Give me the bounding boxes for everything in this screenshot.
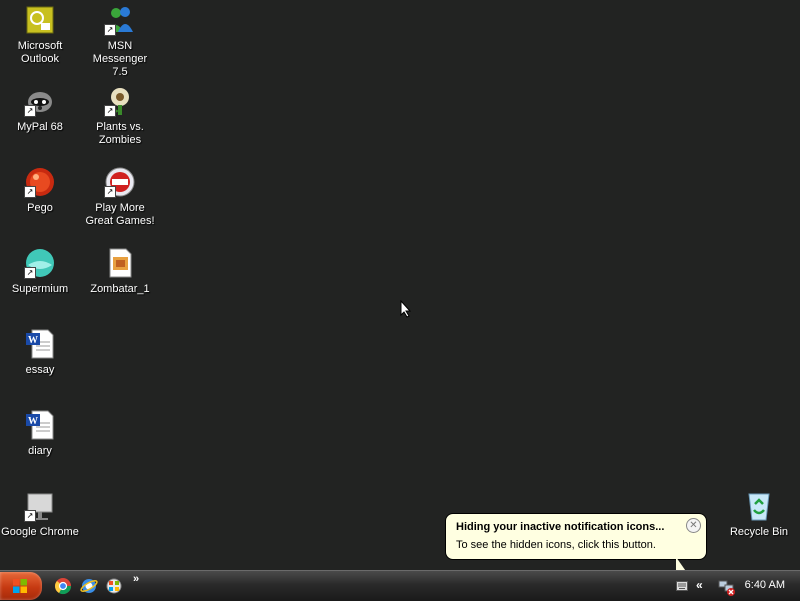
shortcut-arrow-icon: ↗: [24, 510, 36, 522]
icon-label: MyPal 68: [17, 121, 63, 133]
balloon-close-button[interactable]: ✕: [686, 518, 701, 533]
shortcut-arrow-icon: ↗: [24, 267, 36, 279]
icon-label: essay: [25, 364, 55, 376]
word-document-icon: W: [24, 328, 56, 360]
windows-media-player-icon[interactable]: [105, 577, 123, 595]
shortcut-arrow-icon: ↗: [104, 105, 116, 117]
internet-explorer-icon[interactable]: [80, 577, 98, 595]
desktop-icon-diary[interactable]: W diary: [0, 409, 80, 458]
plants-vs-zombies-icon: ↗: [104, 85, 136, 117]
shortcut-arrow-icon: ↗: [104, 186, 116, 198]
chrome-icon[interactable]: [54, 577, 72, 595]
desktop-icon-mypal[interactable]: ↗ MyPal 68: [0, 85, 80, 134]
desktop-icon-pego[interactable]: ↗ Pego: [0, 166, 80, 215]
desktop[interactable]: Microsoft Outlook ↗ MSN Messenger 7.5 ↗ …: [0, 0, 800, 570]
windows-logo-icon: [13, 579, 27, 593]
balloon-text: To see the hidden icons, click this butt…: [456, 539, 656, 551]
icon-label: Play More Great Games!: [85, 202, 155, 227]
mouse-cursor-icon: [400, 300, 412, 318]
outlook-icon: [24, 4, 56, 36]
desktop-icon-supermium[interactable]: ↗ Supermium: [0, 247, 80, 296]
taskbar: » « 6:40 AM: [0, 570, 800, 601]
tray-expand-button[interactable]: «: [696, 578, 703, 592]
icon-label: Google Chrome: [1, 526, 79, 538]
word-document-icon: W: [24, 409, 56, 441]
icon-label: Recycle Bin: [729, 526, 789, 538]
quick-launch-more-button[interactable]: »: [133, 573, 139, 585]
keyboard-icon[interactable]: [676, 581, 688, 591]
icon-label: Plants vs. Zombies: [96, 121, 144, 146]
icon-label: Zombatar_1: [90, 283, 150, 295]
desktop-icon-recycle-bin[interactable]: Recycle Bin: [719, 490, 799, 539]
desktop-icon-microsoft-outlook[interactable]: Microsoft Outlook: [0, 4, 80, 66]
shortcut-arrow-icon: ↗: [104, 24, 116, 36]
start-button[interactable]: [0, 572, 42, 600]
icon-label: Supermium: [11, 283, 69, 295]
popcap-icon: ↗: [104, 166, 136, 198]
image-file-icon: [104, 247, 136, 279]
mypal-icon: ↗: [24, 85, 56, 117]
svg-text:W: W: [28, 416, 38, 427]
desktop-icon-google-chrome[interactable]: ↗ Google Chrome: [0, 490, 80, 539]
icon-label: Microsoft Outlook: [17, 40, 63, 65]
shortcut-arrow-icon: ↗: [24, 105, 36, 117]
balloon-title: Hiding your inactive notification icons.…: [456, 521, 665, 533]
notification-balloon[interactable]: Hiding your inactive notification icons.…: [445, 513, 707, 560]
icon-label: diary: [28, 445, 52, 457]
desktop-icon-play-more-great-games[interactable]: ↗ Play More Great Games!: [80, 166, 160, 228]
system-tray: « 6:40 AM: [670, 572, 800, 600]
msn-messenger-icon: ↗: [104, 4, 136, 36]
pego-icon: ↗: [24, 166, 56, 198]
desktop-icon-msn-messenger[interactable]: ↗ MSN Messenger 7.5: [80, 4, 160, 79]
icon-label: Pego: [27, 202, 53, 214]
desktop-icon-plants-vs-zombies[interactable]: ↗ Plants vs. Zombies: [80, 85, 160, 147]
svg-text:W: W: [28, 335, 38, 346]
recycle-bin-icon: [743, 490, 775, 522]
icon-label: MSN Messenger 7.5: [92, 40, 148, 78]
taskbar-clock[interactable]: 6:40 AM: [745, 579, 785, 591]
network-disconnected-icon[interactable]: [718, 578, 736, 596]
shortcut-arrow-icon: ↗: [24, 186, 36, 198]
desktop-icon-zombatar[interactable]: Zombatar_1: [80, 247, 160, 296]
desktop-icon-essay[interactable]: W essay: [0, 328, 80, 377]
supermium-icon: ↗: [24, 247, 56, 279]
google-chrome-icon: ↗: [24, 490, 56, 522]
